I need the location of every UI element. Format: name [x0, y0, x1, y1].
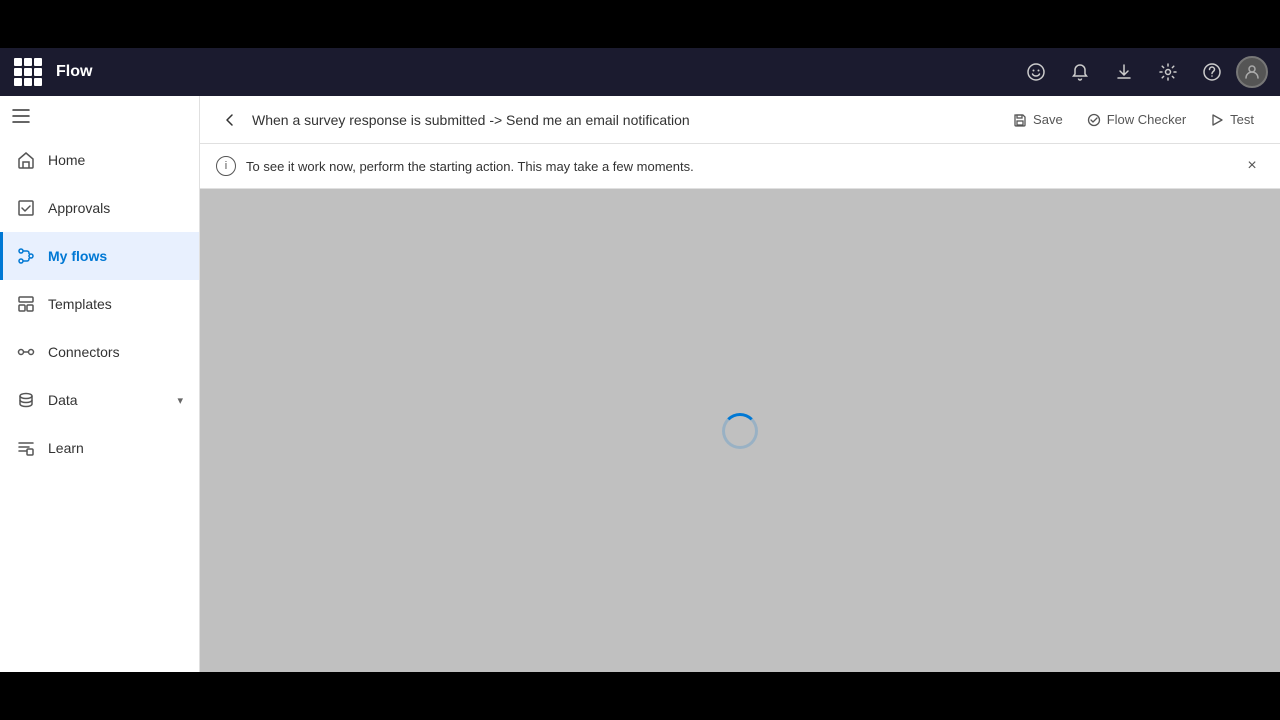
- sidebar-item-my-flows-label: My flows: [48, 248, 107, 264]
- feedback-button[interactable]: [1016, 52, 1056, 92]
- my-flows-icon: [16, 246, 36, 266]
- download-button[interactable]: [1104, 52, 1144, 92]
- apps-grid-icon: [14, 58, 42, 86]
- sidebar-item-data-label: Data: [48, 392, 78, 408]
- sidebar-collapse-button[interactable]: [0, 96, 199, 136]
- sidebar-nav: Home Approvals: [0, 136, 199, 672]
- settings-button[interactable]: [1148, 52, 1188, 92]
- bottom-black-bar: [0, 672, 1280, 720]
- sidebar-item-home[interactable]: Home: [0, 136, 199, 184]
- info-banner: i To see it work now, perform the starti…: [200, 144, 1280, 189]
- close-icon: ×: [1247, 157, 1256, 175]
- sidebar-item-home-label: Home: [48, 152, 85, 168]
- test-button[interactable]: Test: [1200, 108, 1264, 131]
- sidebar-item-templates[interactable]: Templates: [0, 280, 199, 328]
- flow-checker-label: Flow Checker: [1107, 112, 1186, 127]
- app-header: Flow: [0, 48, 1280, 96]
- save-icon: [1013, 113, 1027, 127]
- test-label: Test: [1230, 112, 1254, 127]
- sidebar-item-approvals[interactable]: Approvals: [0, 184, 199, 232]
- sidebar-item-learn-label: Learn: [48, 440, 84, 456]
- top-black-bar: [0, 0, 1280, 48]
- content-area: Home Approvals: [0, 96, 1280, 672]
- sidebar-item-data[interactable]: Data ▾: [0, 376, 199, 424]
- flow-title: When a survey response is submitted -> S…: [252, 112, 995, 128]
- apps-button[interactable]: [12, 56, 44, 88]
- learn-icon: [16, 438, 36, 458]
- connectors-icon: [16, 342, 36, 362]
- sidebar-item-connectors[interactable]: Connectors: [0, 328, 199, 376]
- flow-actions: Save Flow Checker Test: [1003, 108, 1264, 131]
- main-content: When a survey response is submitted -> S…: [200, 96, 1280, 672]
- sidebar-item-approvals-label: Approvals: [48, 200, 110, 216]
- notification-button[interactable]: [1060, 52, 1100, 92]
- help-button[interactable]: [1192, 52, 1232, 92]
- info-banner-text: To see it work now, perform the starting…: [246, 159, 1230, 174]
- templates-icon: [16, 294, 36, 314]
- canvas-area: [200, 189, 1280, 672]
- approvals-icon: [16, 198, 36, 218]
- back-button[interactable]: [216, 106, 244, 134]
- flow-checker-icon: [1087, 113, 1101, 127]
- data-icon: [16, 390, 36, 410]
- flow-checker-button[interactable]: Flow Checker: [1077, 108, 1196, 131]
- user-avatar[interactable]: [1236, 56, 1268, 88]
- sidebar-item-templates-label: Templates: [48, 296, 112, 312]
- save-button[interactable]: Save: [1003, 108, 1073, 131]
- info-close-button[interactable]: ×: [1240, 154, 1264, 178]
- save-label: Save: [1033, 112, 1063, 127]
- spinner-circle: [722, 413, 758, 449]
- home-icon: [16, 150, 36, 170]
- loading-spinner: [722, 413, 758, 449]
- test-icon: [1210, 113, 1224, 127]
- info-icon: i: [216, 156, 236, 176]
- sidebar-item-learn[interactable]: Learn: [0, 424, 199, 472]
- sidebar: Home Approvals: [0, 96, 200, 672]
- app-title: Flow: [56, 63, 92, 81]
- flow-header-bar: When a survey response is submitted -> S…: [200, 96, 1280, 144]
- sidebar-item-connectors-label: Connectors: [48, 344, 120, 360]
- header-icons: [1016, 52, 1268, 92]
- data-chevron-icon: ▾: [177, 394, 183, 407]
- sidebar-item-my-flows[interactable]: My flows: [0, 232, 199, 280]
- app-wrapper: Flow: [0, 48, 1280, 672]
